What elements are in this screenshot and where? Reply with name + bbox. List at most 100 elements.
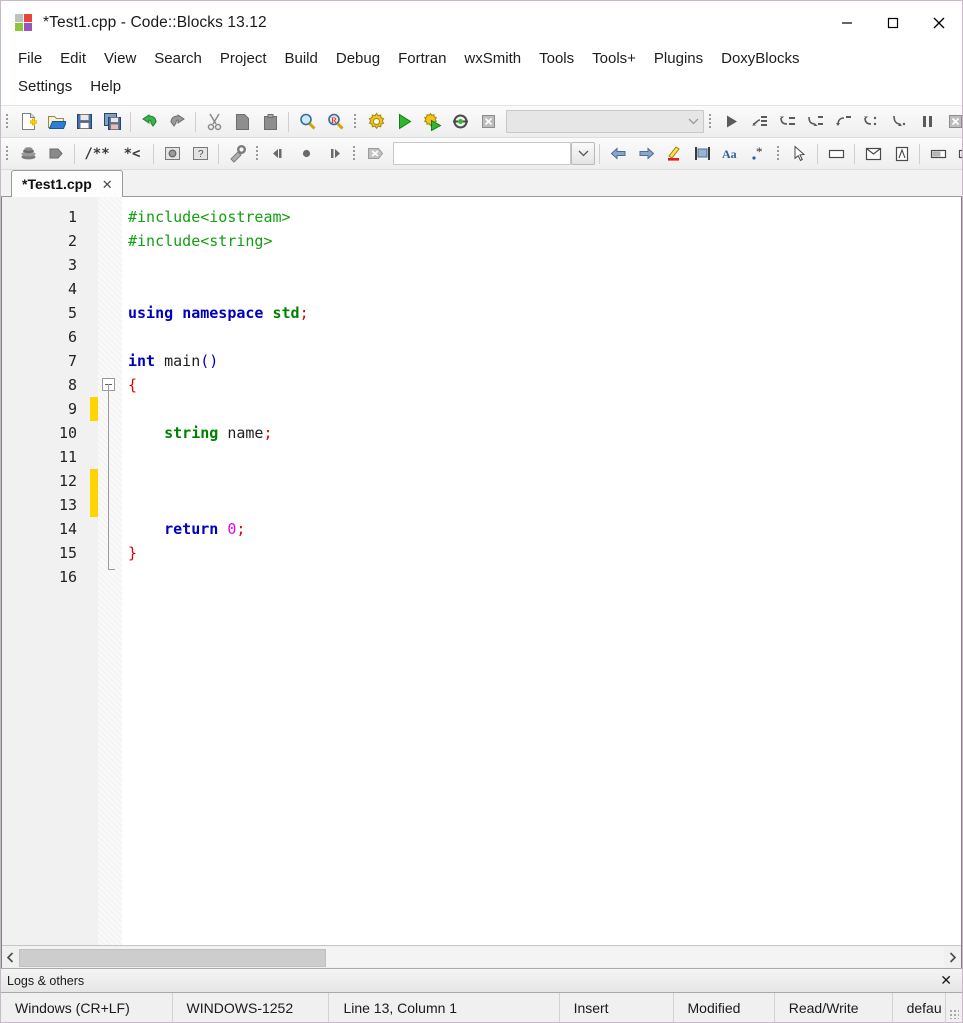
fold-row[interactable] (98, 517, 122, 541)
doxyblocks-preview-html-icon[interactable] (158, 140, 186, 167)
close-icon[interactable]: ✕ (936, 972, 956, 989)
fold-row[interactable] (98, 493, 122, 517)
menu-file[interactable]: File (9, 45, 51, 73)
save-icon[interactable] (70, 108, 98, 135)
fold-row[interactable] (98, 277, 122, 301)
scrollbar-thumb[interactable] (19, 949, 326, 967)
build-and-run-icon[interactable] (418, 108, 446, 135)
search-box[interactable] (393, 142, 571, 165)
next-bookmark-icon[interactable] (320, 140, 348, 167)
rebuild-icon[interactable] (446, 108, 474, 135)
toolbar-gripper[interactable] (774, 143, 783, 165)
fold-row[interactable] (98, 373, 122, 397)
toggle-bookmark-icon[interactable] (292, 140, 320, 167)
maximize-icon[interactable] (870, 1, 916, 45)
fold-row[interactable] (98, 325, 122, 349)
menu-settings[interactable]: Settings (9, 73, 81, 101)
scrollbar-track[interactable] (19, 947, 944, 967)
debug-stop-icon[interactable] (941, 108, 962, 135)
menu-build[interactable]: Build (276, 45, 327, 73)
abort-build-icon[interactable] (474, 108, 502, 135)
whole-word-icon[interactable] (688, 140, 716, 167)
close-icon[interactable] (916, 1, 962, 45)
fold-row[interactable] (98, 445, 122, 469)
menu-view[interactable]: View (95, 45, 145, 73)
wxbutton-icon[interactable] (924, 140, 952, 167)
replace-icon[interactable]: R (321, 108, 349, 135)
search-previous-icon[interactable] (604, 140, 632, 167)
doxyblocks-help-icon[interactable]: ? (186, 140, 214, 167)
debug-continue-icon[interactable] (717, 108, 745, 135)
debug-step-out-icon[interactable] (829, 108, 857, 135)
debug-next-line-icon[interactable] (773, 108, 801, 135)
new-file-icon[interactable] (14, 108, 42, 135)
debug-break-icon[interactable] (913, 108, 941, 135)
wxframe-icon[interactable] (887, 140, 915, 167)
horizontal-scrollbar[interactable] (2, 945, 961, 968)
resize-grip[interactable] (946, 993, 962, 1022)
doxyblocks-extract-icon[interactable] (14, 140, 42, 167)
menu-wxsmith[interactable]: wxSmith (455, 45, 530, 73)
code-editor[interactable]: 1 2 3 4 5 6 7 8 9 10 11 12 13 14 15 16 #include<iostrea… (2, 197, 961, 945)
copy-icon[interactable] (228, 108, 256, 135)
cut-icon[interactable] (200, 108, 228, 135)
previous-bookmark-icon[interactable] (264, 140, 292, 167)
search-next-icon[interactable] (632, 140, 660, 167)
debug-step-into-icon[interactable] (801, 108, 829, 135)
fold-row[interactable] (98, 253, 122, 277)
fold-row[interactable] (98, 205, 122, 229)
close-icon[interactable]: ✕ (100, 178, 115, 191)
wxdialog-icon[interactable] (859, 140, 887, 167)
fold-row[interactable] (98, 541, 122, 565)
regex-icon[interactable]: * (744, 140, 772, 167)
doxyblocks-run-icon[interactable] (42, 140, 70, 167)
fold-margin[interactable] (98, 197, 122, 945)
doxyblocks-comment-block-icon[interactable]: /** (79, 140, 115, 167)
editor-tab-test1-cpp[interactable]: *Test1.cpp ✕ (11, 170, 123, 197)
menu-project[interactable]: Project (211, 45, 276, 73)
fold-row[interactable] (98, 229, 122, 253)
toolbar-gripper[interactable] (350, 143, 359, 165)
toolbar-gripper[interactable] (706, 111, 715, 133)
fold-row[interactable] (98, 421, 122, 445)
find-icon[interactable] (293, 108, 321, 135)
pointer-icon[interactable] (785, 140, 813, 167)
toolbar-gripper[interactable] (253, 143, 262, 165)
highlight-all-icon[interactable] (660, 140, 688, 167)
run-icon[interactable] (390, 108, 418, 135)
clear-bookmarks-icon[interactable] (361, 140, 389, 167)
minimize-icon[interactable] (824, 1, 870, 45)
fold-row[interactable] (98, 469, 122, 493)
debug-step-instruction-icon[interactable] (885, 108, 913, 135)
toolbar-gripper[interactable] (3, 143, 12, 165)
menu-doxyblocks[interactable]: DoxyBlocks (712, 45, 808, 73)
chevron-down-icon[interactable] (683, 118, 703, 125)
menu-edit[interactable]: Edit (51, 45, 95, 73)
wxtogglebutton-icon[interactable] (952, 140, 962, 167)
toolbar-gripper[interactable] (3, 111, 12, 133)
menu-tools-plus[interactable]: Tools+ (583, 45, 645, 73)
fold-row[interactable] (98, 301, 122, 325)
redo-icon[interactable] (163, 108, 191, 135)
undo-icon[interactable] (135, 108, 163, 135)
debug-run-to-cursor-icon[interactable] (745, 108, 773, 135)
menu-fortran[interactable]: Fortran (389, 45, 455, 73)
chevron-left-icon[interactable] (2, 947, 19, 967)
toolbar-gripper[interactable] (351, 111, 360, 133)
paste-icon[interactable] (256, 108, 284, 135)
code-text[interactable]: #include<iostream> #include<string> using… (122, 197, 961, 945)
menu-help[interactable]: Help (81, 73, 130, 101)
build-icon[interactable] (362, 108, 390, 135)
wxpanel-icon[interactable] (822, 140, 850, 167)
fold-row[interactable] (98, 397, 122, 421)
open-file-icon[interactable] (42, 108, 70, 135)
menu-debug[interactable]: Debug (327, 45, 389, 73)
match-case-icon[interactable]: Aa (716, 140, 744, 167)
chevron-right-icon[interactable] (944, 947, 961, 967)
build-target-combo[interactable] (506, 110, 704, 133)
chevron-down-icon[interactable] (571, 142, 595, 165)
save-all-icon[interactable] (98, 108, 126, 135)
doxyblocks-comment-line-icon[interactable]: *< (115, 140, 149, 167)
menu-search[interactable]: Search (145, 45, 211, 73)
debug-next-instruction-icon[interactable] (857, 108, 885, 135)
